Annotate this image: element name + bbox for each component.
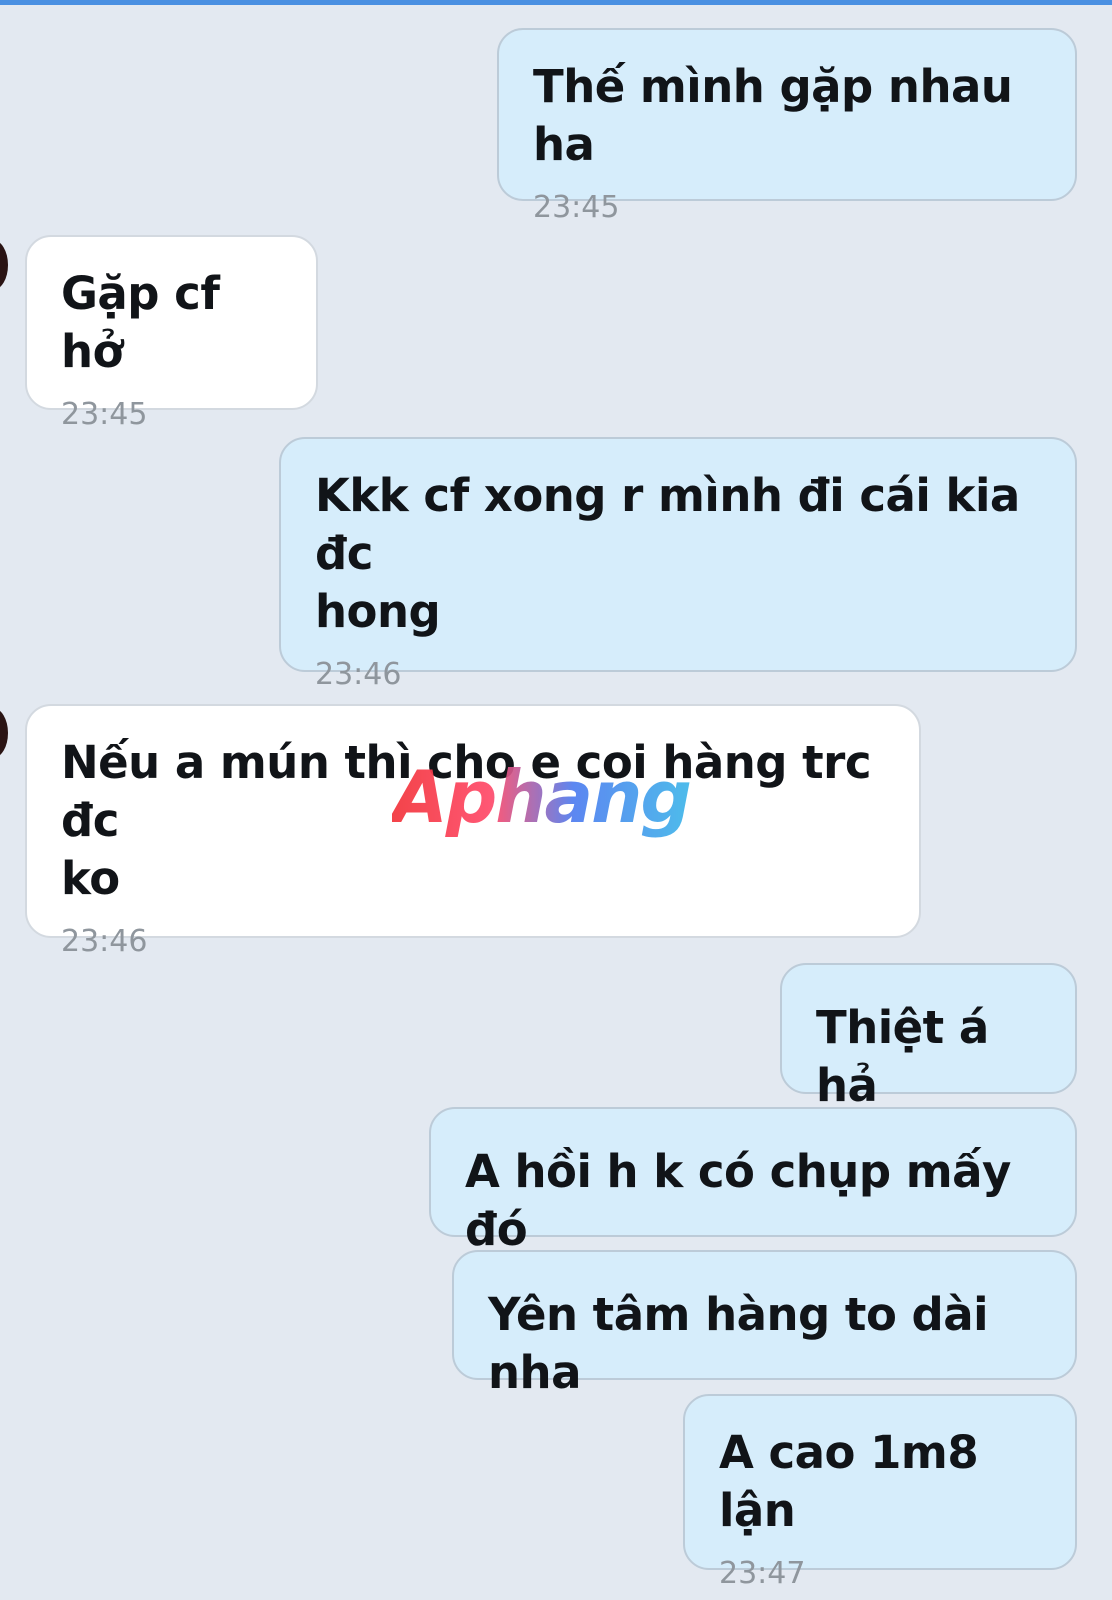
message-time: 23:47	[719, 1556, 806, 1591]
message-text: Gặp cf hở	[61, 267, 235, 378]
avatar[interactable]	[0, 708, 8, 758]
message-sent[interactable]: A cao 1m8 lận 23:47	[683, 1394, 1077, 1591]
message-time: 23:46	[315, 657, 402, 692]
message-time: 23:45	[61, 397, 148, 432]
message-time: 23:46	[61, 924, 148, 959]
message-text: Yên tâm hàng to dài nha	[488, 1288, 1004, 1399]
message-sent[interactable]: A hồi h k có chụp mấy đó	[429, 1107, 1077, 1256]
message-text: Kkk cf xong r mình đi cái kia đc hong	[315, 469, 1020, 638]
message-text: Nếu a mún thì cho e coi hàng trc đc ko	[61, 736, 872, 905]
message-received[interactable]: Nếu a mún thì cho e coi hàng trc đc ko 2…	[25, 704, 921, 959]
top-accent-bar	[0, 0, 1112, 5]
message-sent[interactable]: Thiệt á hả	[780, 963, 1077, 1112]
message-text: Thiệt á hả	[816, 1001, 1004, 1112]
avatar[interactable]	[0, 240, 8, 290]
message-sent[interactable]: Thế mình gặp nhau ha 23:45	[497, 28, 1077, 225]
message-text: A hồi h k có chụp mấy đó	[465, 1145, 1026, 1256]
message-text: Thế mình gặp nhau ha	[533, 60, 1028, 171]
message-received[interactable]: Gặp cf hở 23:45	[25, 235, 318, 432]
message-text: A cao 1m8 lận	[719, 1426, 994, 1537]
message-sent[interactable]: Kkk cf xong r mình đi cái kia đc hong 23…	[279, 437, 1077, 692]
message-sent[interactable]: Yên tâm hàng to dài nha	[452, 1250, 1077, 1399]
message-time: 23:45	[533, 190, 620, 225]
